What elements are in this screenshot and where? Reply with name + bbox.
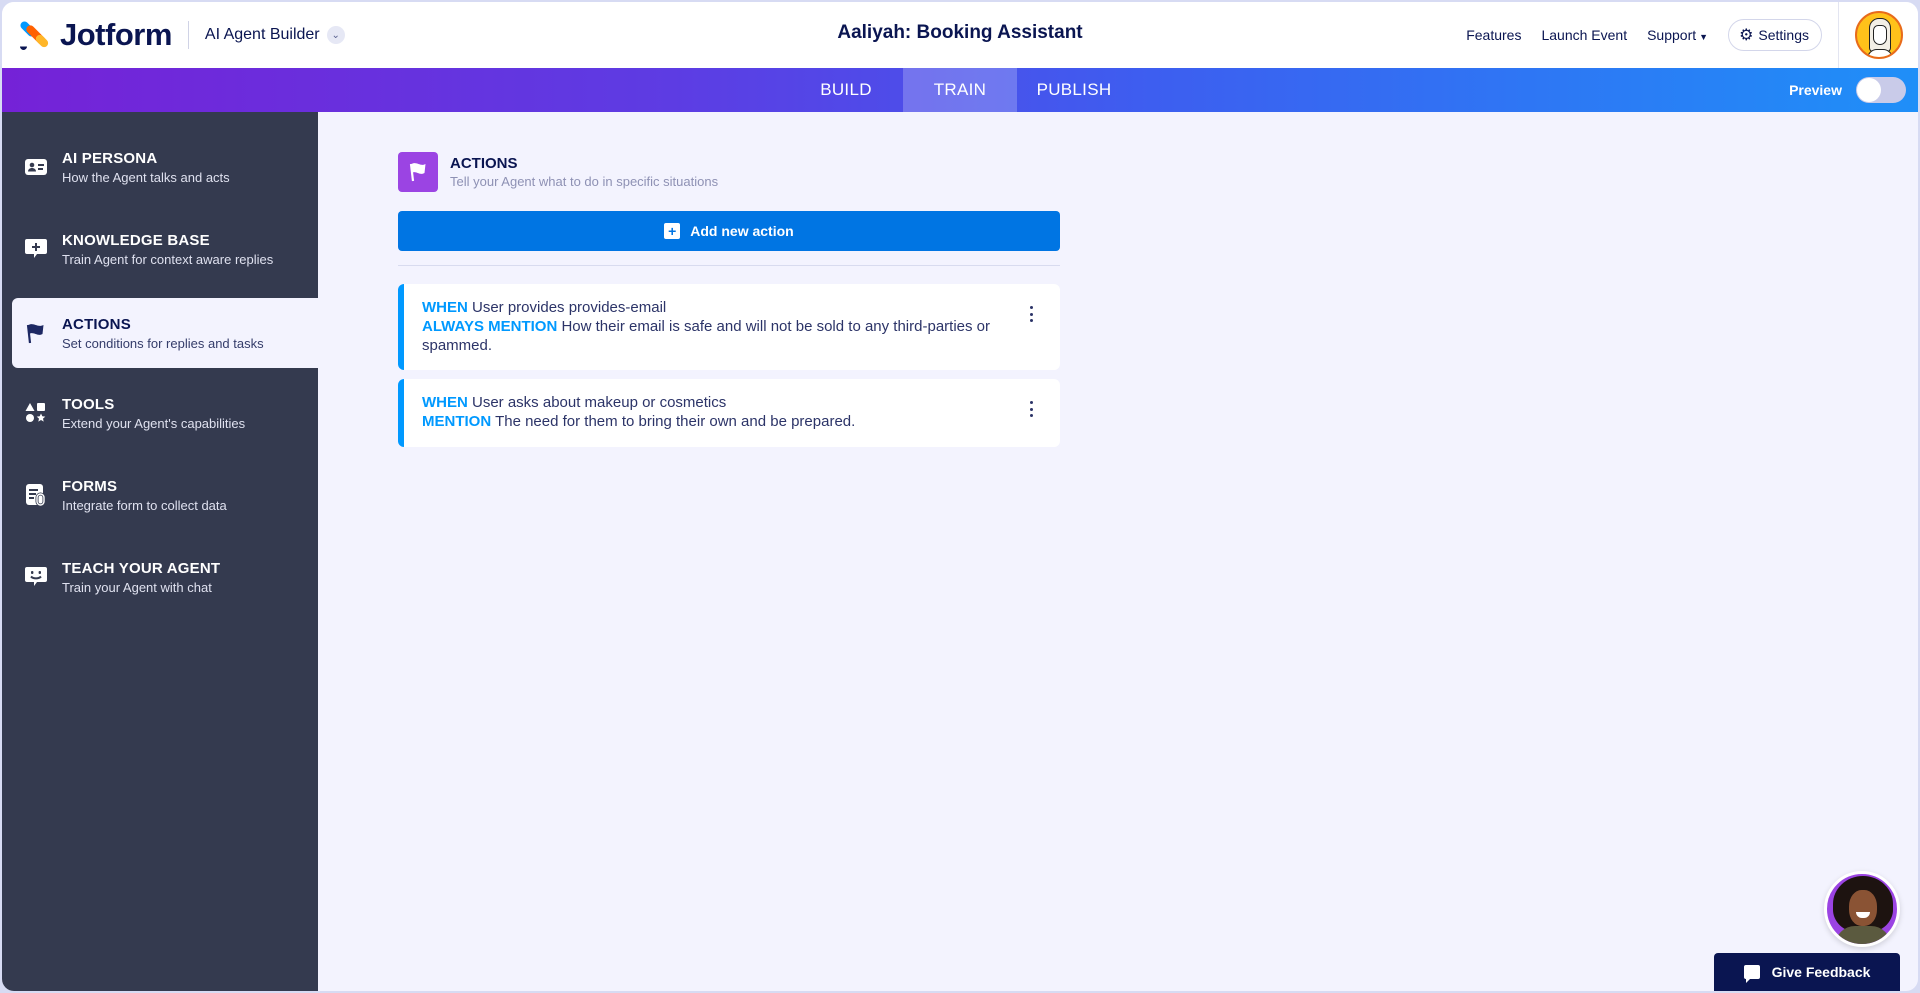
section-header: ACTIONS Tell your Agent what to do in sp…: [398, 152, 718, 192]
gear-icon: ⚙: [1739, 27, 1754, 44]
sidebar-item-teach-your-agent[interactable]: TEACH YOUR AGENT Train your Agent with c…: [12, 542, 318, 612]
add-new-action-button[interactable]: + Add new action: [398, 211, 1060, 251]
chat-plus-icon: [24, 237, 48, 261]
section-subtitle: Tell your Agent what to do in specific s…: [450, 174, 719, 189]
settings-label: Settings: [1758, 27, 1809, 43]
sidebar-item-sub: Extend your Agent's capabilities: [62, 415, 246, 431]
sidebar-item-sub: Train your Agent with chat: [62, 579, 212, 595]
chat-smile-icon: [24, 565, 48, 589]
more-options-icon[interactable]: [1028, 401, 1034, 417]
add-new-action-label: Add new action: [690, 223, 794, 239]
when-keyword: WHEN: [422, 394, 468, 411]
preview-label: Preview: [1789, 82, 1842, 98]
flag-icon: [398, 152, 438, 192]
product-switcher[interactable]: AI Agent Builder ⌄: [205, 26, 345, 44]
sidebar-item-label: TOOLS: [62, 395, 115, 413]
settings-button[interactable]: ⚙ Settings: [1728, 19, 1822, 51]
agent-chat-avatar[interactable]: [1824, 871, 1900, 947]
section-title: ACTIONS: [450, 155, 518, 172]
id-card-icon: [24, 155, 48, 179]
when-keyword: WHEN: [422, 299, 468, 316]
action-keyword: ALWAYS MENTION: [422, 318, 558, 335]
preview-toggle[interactable]: [1856, 77, 1906, 103]
give-feedback-button[interactable]: Give Feedback: [1714, 953, 1900, 991]
sidebar-item-ai-persona[interactable]: AI PERSONA How the Agent talks and acts: [12, 132, 318, 202]
sidebar-item-sub: How the Agent talks and acts: [62, 169, 230, 185]
agent-title[interactable]: Aaliyah: Booking Assistant: [837, 22, 1082, 43]
main-content: ACTIONS Tell your Agent what to do in sp…: [318, 112, 1918, 991]
sidebar-item-sub: Integrate form to collect data: [62, 497, 227, 513]
chevron-down-icon: ▼: [1699, 32, 1709, 42]
nav-support[interactable]: Support ▼: [1647, 27, 1708, 43]
brand-name: Jotform: [60, 17, 172, 52]
header-nav: Features Launch Event Support ▼ ⚙ Setting…: [1466, 2, 1918, 68]
tab-bar: BUILD TRAIN PUBLISH Preview: [2, 68, 1918, 112]
sidebar-item-label: TEACH YOUR AGENT: [62, 559, 221, 577]
preview-control: Preview: [1789, 68, 1906, 112]
tab-train[interactable]: TRAIN: [903, 68, 1017, 112]
plus-icon: +: [664, 223, 681, 239]
give-feedback-label: Give Feedback: [1771, 964, 1871, 980]
action-card[interactable]: WHEN User provides provides-email ALWAYS…: [398, 284, 1060, 370]
sidebar-item-forms[interactable]: FORMS Integrate form to collect data: [12, 460, 318, 530]
jotform-logo[interactable]: Jotform: [18, 2, 172, 68]
product-name: AI Agent Builder: [204, 26, 320, 43]
form-clip-icon: [24, 483, 48, 507]
flag-icon: [24, 321, 48, 345]
sidebar: AI PERSONA How the Agent talks and acts …: [2, 112, 318, 991]
action-keyword: MENTION: [422, 413, 492, 430]
user-avatar[interactable]: [1854, 11, 1903, 59]
nav-features[interactable]: Features: [1466, 27, 1521, 43]
sidebar-item-sub: Train Agent for context aware replies: [62, 251, 274, 267]
sidebar-item-knowledge-base[interactable]: KNOWLEDGE BASE Train Agent for context a…: [12, 214, 318, 284]
top-header: Jotform AI Agent Builder ⌄ Aaliyah: Book…: [2, 2, 1918, 68]
nav-launch-event[interactable]: Launch Event: [1541, 27, 1627, 43]
user-avatar-container: [1838, 2, 1918, 68]
main-tabs: BUILD TRAIN PUBLISH: [2, 68, 1918, 112]
header-divider: [187, 21, 189, 49]
tab-build[interactable]: BUILD: [789, 68, 903, 112]
shapes-icon: [24, 401, 48, 425]
jotform-logo-icon: [18, 19, 50, 52]
sidebar-item-tools[interactable]: TOOLS Extend your Agent's capabilities: [12, 378, 318, 448]
tab-publish[interactable]: PUBLISH: [1017, 68, 1131, 112]
action-card[interactable]: WHEN User asks about makeup or cosmetics…: [398, 379, 1060, 447]
support-label: Support: [1647, 27, 1697, 43]
sidebar-item-label: AI PERSONA: [62, 149, 158, 167]
sidebar-item-label: ACTIONS: [62, 315, 131, 333]
more-options-icon[interactable]: [1028, 306, 1034, 322]
sidebar-item-actions[interactable]: ACTIONS Set conditions for replies and t…: [12, 298, 318, 368]
when-condition: User provides provides-email: [472, 299, 667, 316]
feedback-icon: [1743, 965, 1760, 983]
sidebar-item-sub: Set conditions for replies and tasks: [62, 335, 264, 351]
sidebar-item-label: KNOWLEDGE BASE: [62, 231, 210, 249]
section-divider: [398, 265, 1060, 266]
sidebar-item-label: FORMS: [62, 477, 118, 495]
when-condition: User asks about makeup or cosmetics: [472, 394, 727, 411]
chevron-down-icon[interactable]: ⌄: [326, 26, 345, 44]
app-window: Jotform AI Agent Builder ⌄ Aaliyah: Book…: [2, 2, 1918, 991]
action-text: The need for them to bring their own and…: [495, 413, 856, 430]
